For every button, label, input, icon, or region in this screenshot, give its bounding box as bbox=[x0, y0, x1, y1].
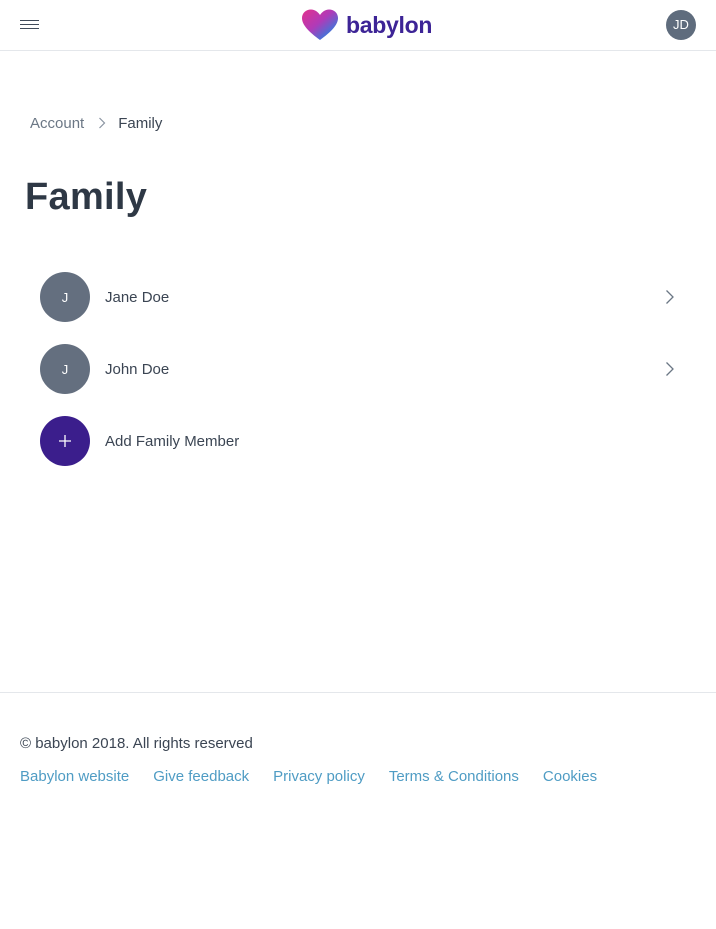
page: babylon JD Account Family Family J Jane … bbox=[0, 0, 716, 929]
family-member-list: J Jane Doe J John Doe Add Family Member bbox=[40, 272, 680, 488]
page-title: Family bbox=[25, 176, 148, 218]
footer-link-give-feedback[interactable]: Give feedback bbox=[153, 768, 249, 785]
member-name: John Doe bbox=[105, 360, 170, 378]
babylon-logo[interactable]: babylon bbox=[300, 8, 432, 42]
breadcrumb-current: Family bbox=[118, 114, 163, 132]
add-family-member-label: Add Family Member bbox=[105, 432, 240, 450]
add-family-member-button[interactable]: Add Family Member bbox=[40, 416, 680, 466]
avatar: J bbox=[40, 272, 90, 322]
user-avatar[interactable]: JD bbox=[666, 10, 696, 40]
footer: © babylon 2018. All rights reserved Baby… bbox=[0, 692, 716, 929]
top-header: babylon JD bbox=[0, 0, 716, 51]
plus-icon bbox=[40, 416, 90, 466]
footer-link-terms-conditions[interactable]: Terms & Conditions bbox=[389, 768, 519, 785]
footer-link-babylon-website[interactable]: Babylon website bbox=[20, 768, 129, 785]
footer-link-cookies[interactable]: Cookies bbox=[543, 768, 597, 785]
family-member-row-jane-doe[interactable]: J Jane Doe bbox=[40, 272, 680, 322]
breadcrumb: Account Family bbox=[30, 114, 162, 132]
chevron-right-icon bbox=[666, 362, 674, 376]
hamburger-menu-icon[interactable] bbox=[18, 17, 42, 33]
chevron-right-icon bbox=[98, 117, 106, 129]
avatar: J bbox=[40, 344, 90, 394]
chevron-right-icon bbox=[666, 290, 674, 304]
footer-links: Babylon website Give feedback Privacy po… bbox=[20, 768, 621, 785]
family-member-row-john-doe[interactable]: J John Doe bbox=[40, 344, 680, 394]
copyright-text: © babylon 2018. All rights reserved bbox=[20, 735, 253, 752]
footer-link-privacy-policy[interactable]: Privacy policy bbox=[273, 768, 365, 785]
heart-logo-icon bbox=[302, 9, 338, 40]
logo-text: babylon bbox=[346, 11, 433, 38]
member-name: Jane Doe bbox=[105, 288, 170, 306]
breadcrumb-account-link[interactable]: Account bbox=[30, 115, 84, 132]
